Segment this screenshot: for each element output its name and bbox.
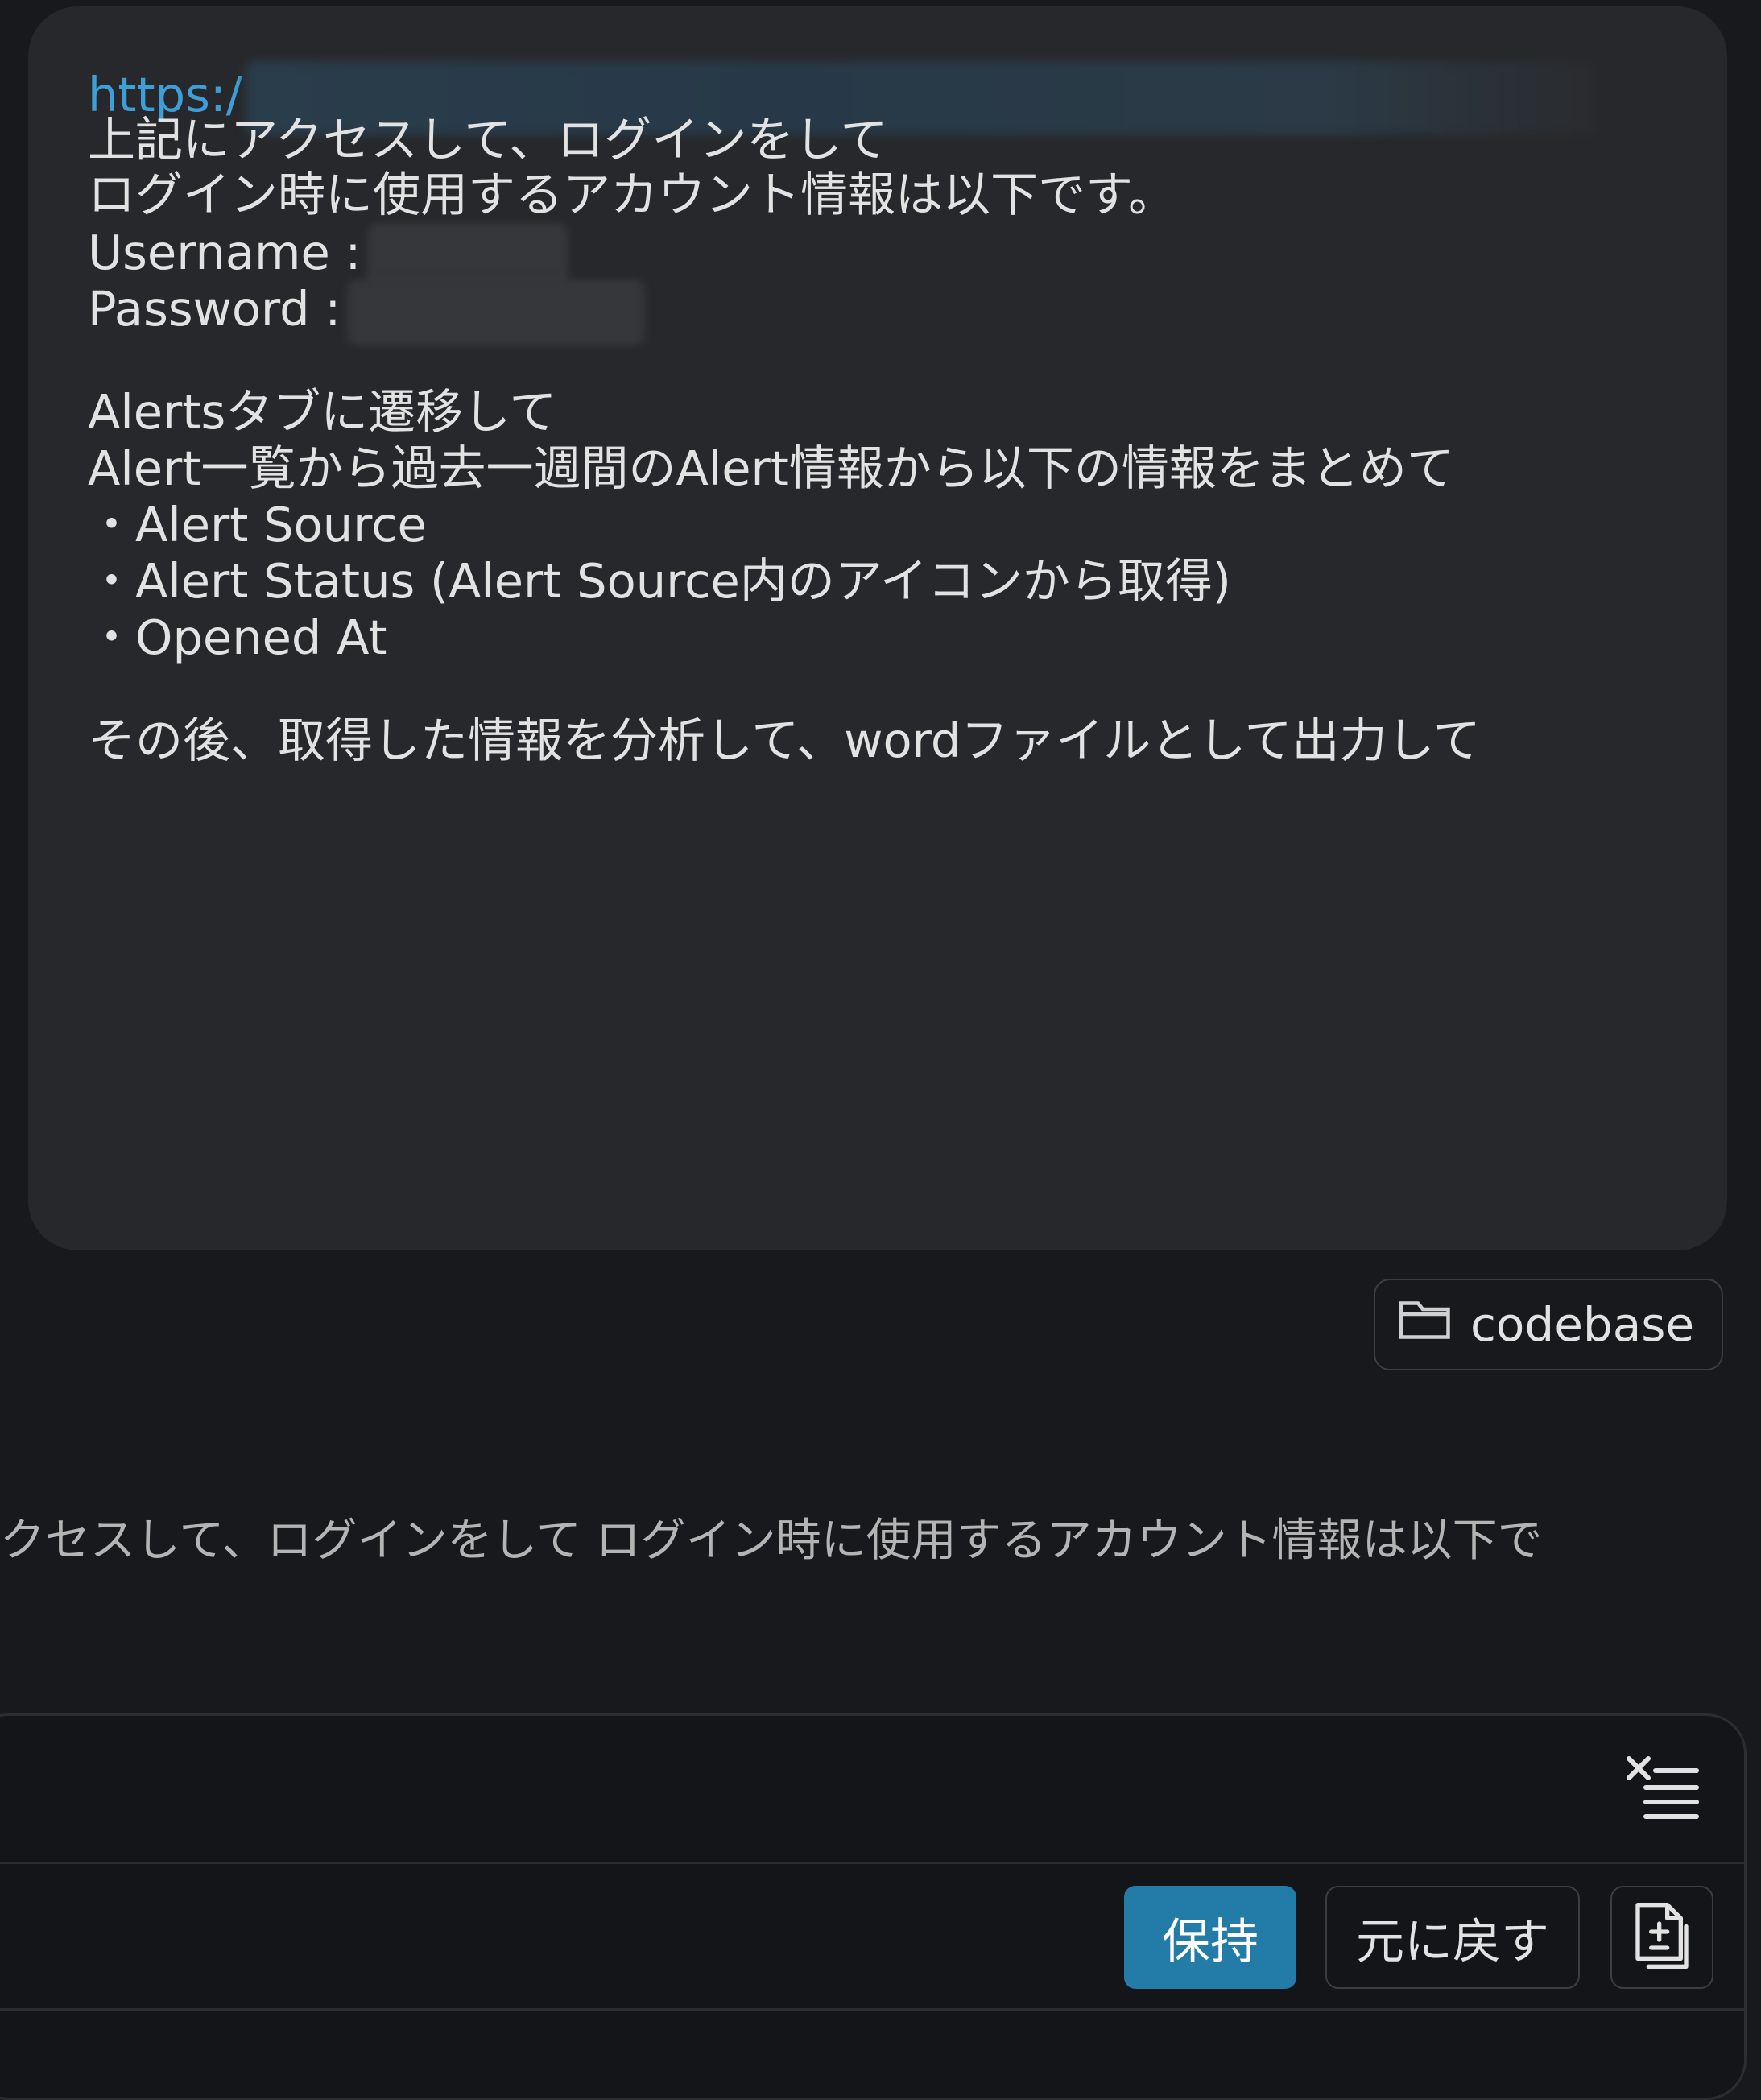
folder-icon [1396, 1295, 1454, 1354]
file-diff-icon [1630, 1900, 1694, 1975]
clear-list-button[interactable] [1618, 1749, 1707, 1829]
bullet-item: ・Alert Status (Alert Source内のアイコンから取得) [88, 553, 1231, 609]
message-line: ログイン時に使用するアカウント情報は以下です。 [88, 167, 1176, 222]
undo-button[interactable]: 元に戻す [1325, 1886, 1580, 1989]
keep-button[interactable]: 保持 [1124, 1886, 1296, 1989]
message-line: Alertsタブに遷移して [88, 384, 557, 440]
message-line: Alert一覧から過去一週間のAlert情報から以下の情報をまとめて [88, 440, 1454, 496]
divider [0, 1862, 1746, 1864]
context-chip-label: codebase [1470, 1297, 1695, 1352]
password-label: Password : [88, 281, 341, 337]
bullet-item: ・Opened At [88, 610, 387, 665]
message-line: 上記にアクセスして、ログインをして [88, 112, 888, 167]
message-line: その後、取得した情報を分析して、wordファイルとして出力して [88, 713, 1481, 768]
clear-list-icon [1624, 1754, 1701, 1825]
divider [0, 2008, 1746, 2011]
context-chip-codebase[interactable]: codebase [1374, 1279, 1723, 1370]
user-message-bubble: https:/ 上記にアクセスして、ログインをして ログイン時に使用するアカウン… [28, 6, 1727, 1250]
redacted-password [347, 279, 646, 345]
username-label: Username : [88, 225, 362, 280]
message-preview-text: クセスして、ログインをして ログイン時に使用するアカウント情報は以下で [0, 1515, 1543, 1567]
file-diff-button[interactable] [1610, 1886, 1713, 1989]
password-line: Password : [88, 279, 646, 345]
bullet-item: ・Alert Source [88, 497, 427, 552]
